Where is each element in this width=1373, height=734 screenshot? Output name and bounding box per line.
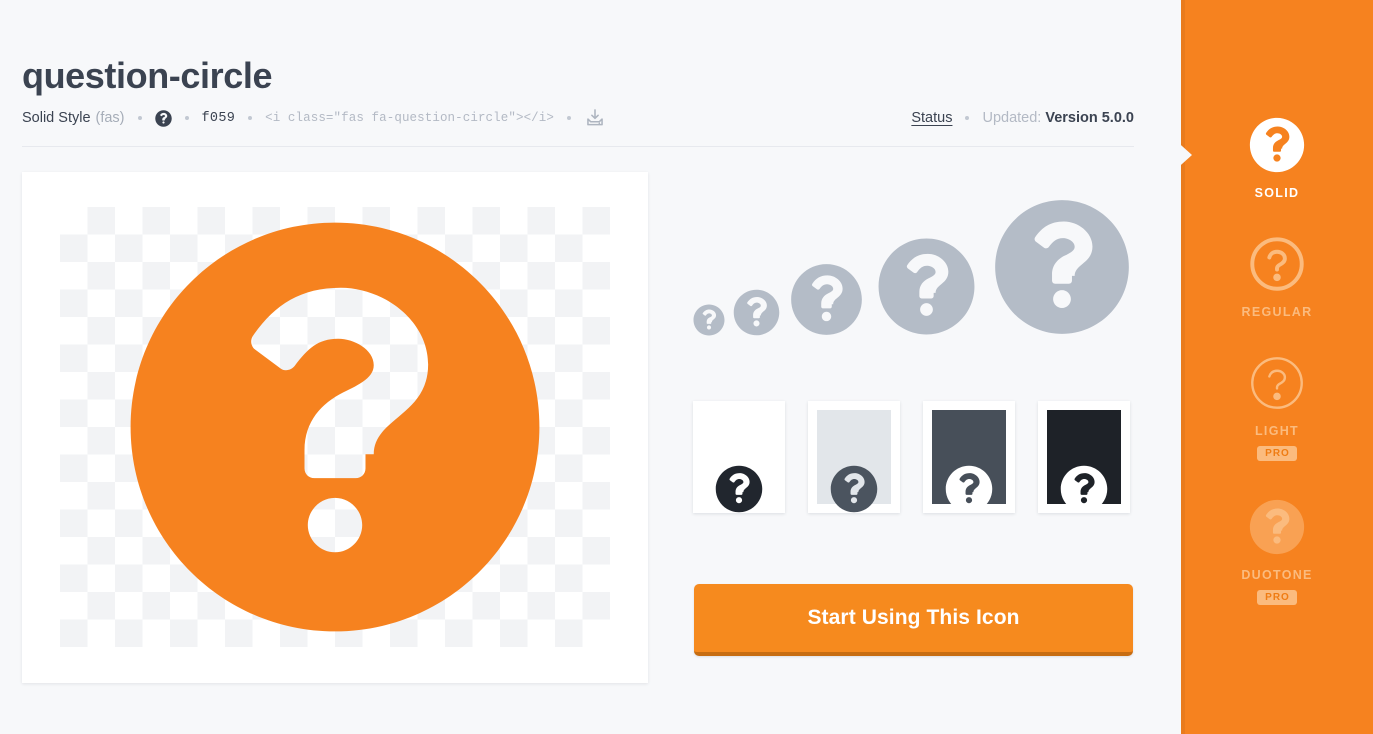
updated-version: Version 5.0.0 [1045,110,1134,126]
dot-separator [248,116,253,120]
style-option-regular-icon [1250,237,1304,291]
swatch-white[interactable] [693,401,785,513]
icon-preview-card [22,172,648,683]
style-name-text: Solid Style [22,110,91,126]
style-sidebar: SOLID REGULAR LIGHT PRO DUOTONE PRO [1181,0,1373,734]
style-option-solid-label: SOLID [1254,186,1300,200]
start-using-this-icon-button[interactable]: Start Using This Icon [694,584,1133,656]
main-content-area: question-circle Solid Style (fas) f059 <i… [0,0,1181,734]
updated-label: Updated: [982,110,1042,126]
page-title: question-circle [22,55,273,97]
swatch-white-icon [715,465,763,513]
icon-size-preview-row [693,196,1133,336]
dot-separator [137,116,142,120]
swatch-fill [693,401,785,513]
swatch-slate[interactable] [923,401,1015,513]
pro-badge: PRO [1257,446,1297,461]
style-option-light-icon [1251,357,1303,409]
swatch-light[interactable] [808,401,900,513]
swatch-fill [817,410,891,513]
style-option-duotone-label: DUOTONE [1241,568,1313,582]
status-link[interactable]: Status [911,110,952,126]
dot-separator [965,116,970,120]
sidebar-pointer-notch [1172,137,1192,173]
pro-badge: PRO [1257,590,1297,605]
swatch-slate-icon [945,465,993,513]
size-preview-md [791,264,862,335]
metadata-right-group: Status Updated: Version 5.0.0 [911,110,1134,126]
size-preview-lg [878,238,975,335]
style-abbr-text: (fas) [95,110,125,126]
style-option-duotone-icon [1249,499,1305,555]
style-option-regular-label: REGULAR [1241,305,1313,319]
size-preview-xs [693,304,725,336]
swatch-fill [1047,410,1121,513]
style-option-light[interactable]: LIGHT PRO [1181,355,1373,461]
transparency-checkerboard [60,207,610,647]
swatch-light-icon [830,465,878,513]
metadata-left-group: Solid Style (fas) f059 <i class="fas fa-q… [22,107,606,129]
style-option-duotone[interactable]: DUOTONE PRO [1181,499,1373,605]
header-divider [22,146,1134,147]
download-icon[interactable] [584,107,606,129]
dot-separator [184,116,189,120]
size-preview-xl [995,200,1129,334]
swatch-dark-icon [1060,465,1108,513]
swatch-fill [932,410,1006,513]
html-snippet-code[interactable]: <i class="fas fa-question-circle"></i> [265,111,554,125]
icon-color-swatch-row [693,401,1130,513]
icon-metadata-row: Solid Style (fas) f059 <i class="fas fa-q… [22,105,1134,131]
swatch-dark[interactable] [1038,401,1130,513]
style-option-regular[interactable]: REGULAR [1181,236,1373,319]
question-circle-icon [130,222,540,632]
style-option-light-label: LIGHT [1255,424,1299,438]
dot-separator [566,116,571,120]
style-option-solid[interactable]: SOLID [1181,117,1373,200]
unicode-value: f059 [201,110,236,126]
style-option-solid-icon [1249,117,1305,173]
question-circle-glyph-icon [154,109,172,127]
style-name-label: Solid Style (fas) [22,110,125,126]
size-preview-sm [733,289,780,336]
